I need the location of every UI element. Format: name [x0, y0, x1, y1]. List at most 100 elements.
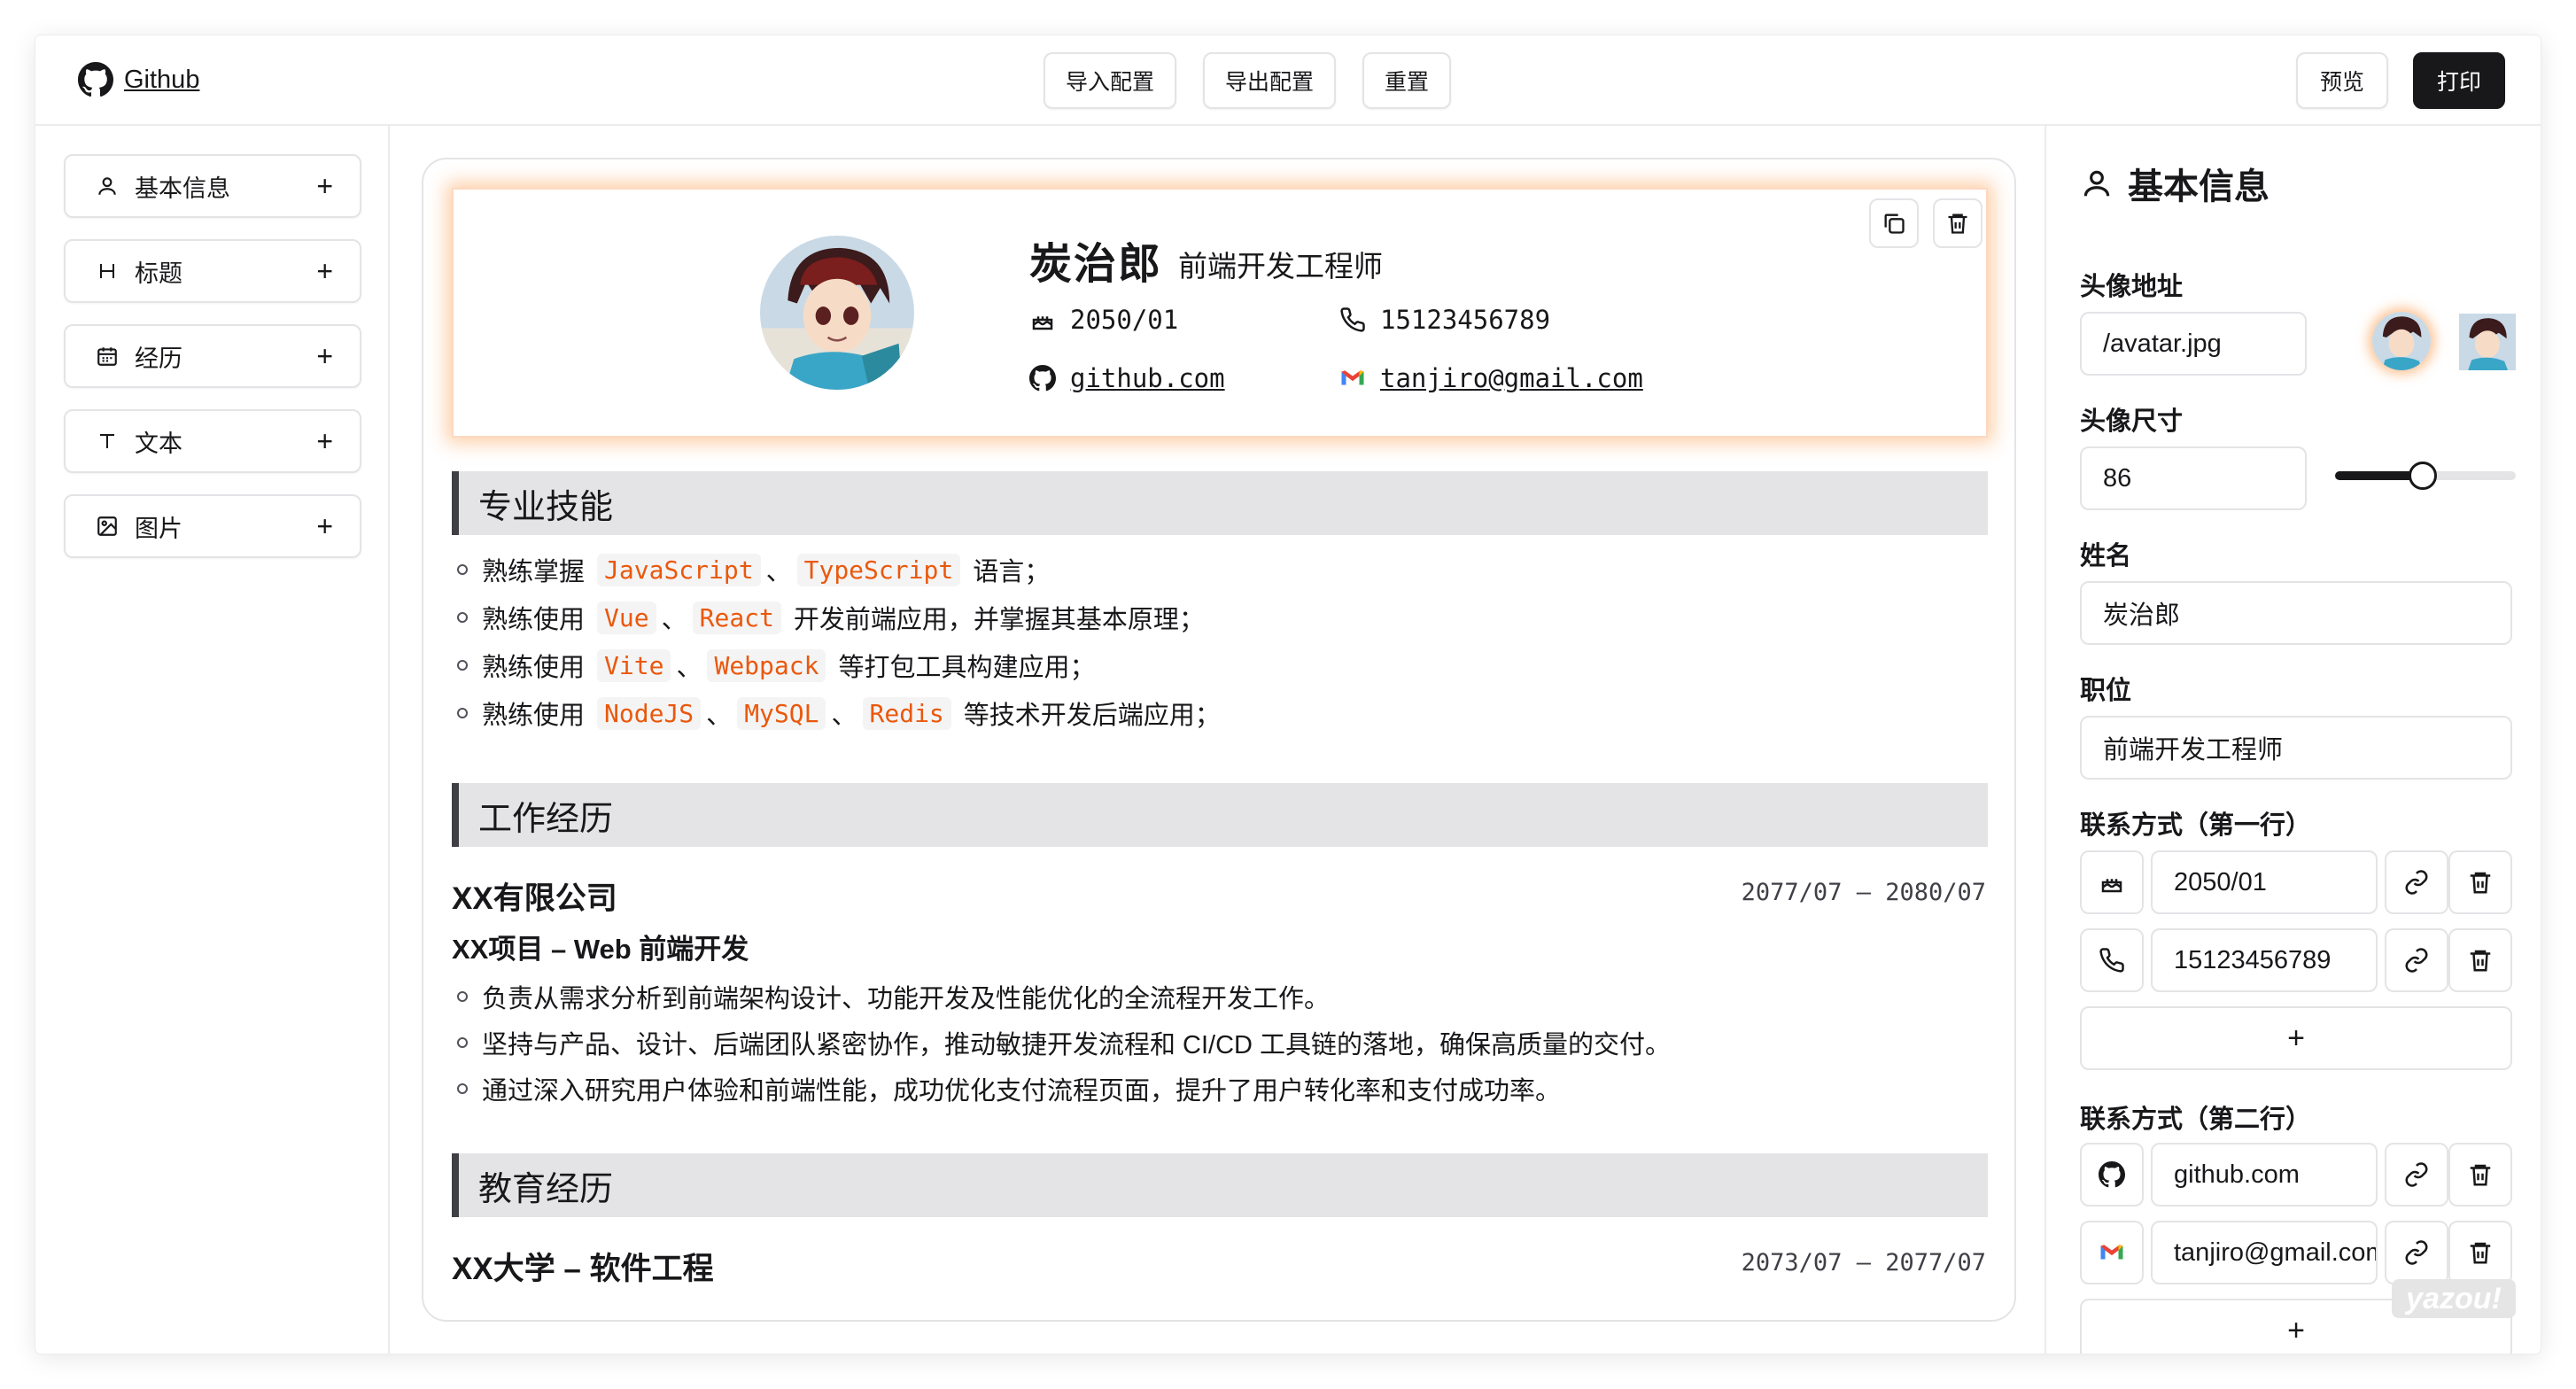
copy-icon [1884, 213, 1905, 234]
list-item: 熟练掌握 JavaScript、 TypeScript 语言； [457, 551, 1050, 588]
add-icon[interactable]: + [316, 512, 333, 540]
skill-text: 语言； [973, 558, 1051, 586]
section-title-education: 教育经历 [452, 1153, 1988, 1217]
contact-value-input[interactable]: 2050/01 [2151, 850, 2378, 914]
work-point: 负责从需求分析到前端架构设计、功能开发及性能优化的全流程开发工作。 [482, 985, 1331, 1013]
sidebar-item-text[interactable]: 文本 + [64, 409, 361, 473]
skill-tag: MySQL [737, 696, 826, 730]
contact-icon-picker[interactable] [2080, 1221, 2144, 1284]
school-name: XX大学 – 软件工程 [452, 1252, 714, 1286]
contact-delete-button[interactable] [2448, 928, 2512, 992]
link-icon [2405, 1240, 2428, 1265]
sidebar-item-experience[interactable]: 经历 + [64, 324, 361, 388]
bullet-icon [457, 708, 468, 718]
github-icon [2099, 1161, 2125, 1188]
contact-delete-button[interactable] [2448, 850, 2512, 914]
add-icon[interactable]: + [316, 172, 333, 200]
profile-block[interactable]: 炭治郎 前端开发工程师 2050/01 15123456789 github.c… [452, 188, 1988, 438]
copy-block-button[interactable] [1869, 198, 1919, 248]
bullet-icon [457, 564, 468, 575]
skill-tag: React [692, 601, 781, 634]
name-input[interactable]: 炭治郎 [2080, 581, 2512, 645]
skill-text: 等技术开发后端应用； [963, 702, 1221, 730]
avatar-url-input[interactable]: /avatar.jpg [2080, 312, 2307, 376]
sidebar-item-label: 文本 [135, 430, 182, 457]
contact-value-input[interactable]: 15123456789 [2151, 928, 2378, 992]
avatar-preview-round [2372, 312, 2431, 370]
trash-icon [2470, 872, 2491, 894]
list-item: 熟练使用 Vite、 Webpack 等打包工具构建应用； [457, 647, 1096, 684]
resume-name: 炭治郎 [1029, 241, 1163, 288]
print-button[interactable]: 打印 [2413, 52, 2505, 109]
resume-job-title: 前端开发工程师 [1178, 250, 1383, 283]
contact-text: github.com [1070, 363, 1225, 393]
contact-value-input[interactable]: github.com [2151, 1143, 2378, 1207]
contact-link-button[interactable] [2385, 928, 2448, 992]
avatar-size-label: 头像尺寸 [2080, 407, 2184, 436]
sidebar-item-label: 基本信息 [135, 175, 230, 202]
skill-tag: Vite [597, 648, 671, 682]
phone-icon [1340, 307, 1365, 332]
trash-icon [2470, 1164, 2491, 1186]
skill-tag: Vue [597, 601, 656, 634]
avatar-size-slider[interactable] [2335, 462, 2516, 490]
resume-canvas: 炭治郎 前端开发工程师 2050/01 15123456789 github.c… [422, 158, 2016, 1322]
contact-link-button[interactable] [2385, 850, 2448, 914]
reset-button[interactable]: 重置 [1362, 52, 1451, 109]
cake-icon [1032, 316, 1053, 330]
phone-icon [2099, 948, 2124, 973]
contact-value-input[interactable]: tanjiro@gmail.com [2151, 1221, 2378, 1284]
link-icon [2405, 948, 2428, 973]
job-input[interactable]: 前端开发工程师 [2080, 716, 2512, 780]
trash-icon [1948, 213, 1967, 234]
avatar-size-input[interactable]: 86 [2080, 446, 2307, 510]
name-label: 姓名 [2080, 542, 2132, 570]
contact-text: 15123456789 [1380, 305, 1551, 335]
contact-icon-picker[interactable] [2080, 1143, 2144, 1207]
skill-text: 等打包工具构建应用； [838, 654, 1096, 682]
company-name: XX有限公司 [452, 881, 617, 916]
add-icon[interactable]: + [316, 257, 333, 285]
contact-text: 2050/01 [1070, 305, 1179, 335]
contact-email[interactable]: tanjiro@gmail.com [1339, 363, 1643, 393]
contact-icon-picker[interactable] [2080, 928, 2144, 992]
sidebar-item-image[interactable]: 图片 + [64, 494, 361, 558]
add-icon[interactable]: + [316, 427, 333, 455]
contact-text: tanjiro@gmail.com [1380, 363, 1643, 393]
skill-tag: Webpack [707, 648, 826, 682]
delete-block-button[interactable] [1933, 198, 1982, 248]
import-config-button[interactable]: 导入配置 [1044, 52, 1176, 109]
contact-delete-button[interactable] [2448, 1143, 2512, 1207]
export-config-button[interactable]: 导出配置 [1203, 52, 1336, 109]
github-link[interactable]: Github [78, 62, 199, 97]
contact-phone: 15123456789 [1339, 305, 1550, 335]
module-sidebar: 基本信息 + 标题 + 经历 + 文本 + 图片 + [35, 126, 390, 1354]
add-icon[interactable]: + [316, 342, 333, 370]
contact-delete-button[interactable] [2448, 1221, 2512, 1284]
contact-icon-picker[interactable] [2080, 850, 2144, 914]
contact-link-button[interactable] [2385, 1221, 2448, 1284]
bullet-icon [457, 1083, 468, 1094]
separator: 、 [831, 702, 857, 730]
image-icon [94, 513, 120, 539]
github-link-label: Github [124, 65, 200, 94]
preview-button[interactable]: 预览 [2296, 52, 2388, 109]
link-icon [2405, 1162, 2428, 1187]
education-date: 2073/07 – 2077/07 [1741, 1249, 1986, 1276]
add-contact-line1-button[interactable]: + [2080, 1006, 2512, 1070]
github-icon [1029, 365, 1056, 392]
trash-icon [2470, 1242, 2491, 1264]
list-item: 负责从需求分析到前端架构设计、功能开发及性能优化的全流程开发工作。 [457, 978, 1330, 1015]
contact-birth: 2050/01 [1029, 305, 1178, 335]
sidebar-item-basic-info[interactable]: 基本信息 + [64, 154, 361, 218]
user-icon [94, 173, 120, 199]
list-item: 通过深入研究用户体验和前端性能，成功优化支付流程页面，提升了用户转化率和支付成功… [457, 1070, 1561, 1107]
gmail-icon [1341, 370, 1364, 385]
slider-thumb[interactable] [2408, 462, 2437, 490]
sidebar-item-heading[interactable]: 标题 + [64, 239, 361, 303]
contact-github[interactable]: github.com [1029, 363, 1225, 393]
contact-link-button[interactable] [2385, 1143, 2448, 1207]
bullet-icon [457, 612, 468, 623]
watermark-logo: yazou! [2392, 1279, 2516, 1318]
cake-icon [2101, 879, 2122, 893]
